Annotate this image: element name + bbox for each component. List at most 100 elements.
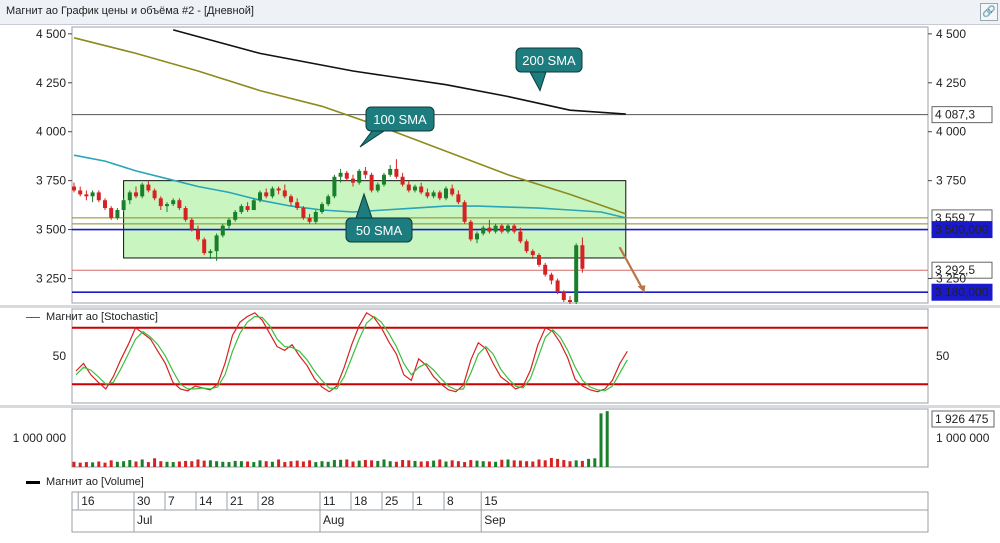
day-label-3: 14 (199, 494, 213, 508)
vol-bar-66 (481, 461, 485, 467)
panel-separator[interactable] (0, 405, 1000, 408)
hline-label-0: 4 087,3 (935, 108, 975, 122)
stoch-ytick-left: 50 (53, 349, 67, 363)
candle-body-42 (332, 176, 337, 197)
candle-body-9 (127, 192, 132, 201)
price-panel-frame (71, 26, 929, 304)
vol-bar-12 (146, 462, 150, 467)
candle-body-12 (146, 184, 151, 191)
vol-bar-34 (283, 462, 287, 467)
candle-body-23 (214, 235, 219, 252)
day-label-9: 1 (416, 494, 423, 508)
vol-bar-78 (556, 458, 560, 467)
vol-bar-65 (475, 460, 479, 467)
vol-bar-49 (376, 460, 380, 467)
candle-body-24 (220, 225, 225, 236)
month-label-0: Jul (137, 513, 152, 527)
vol-bar-28 (246, 461, 250, 467)
vol-bar-32 (270, 461, 274, 467)
candle-body-15 (165, 204, 169, 207)
vol-bar-9 (128, 460, 132, 467)
price-layer: 4 087,33 559,73 500,0003 292,53 180,0004… (36, 27, 993, 304)
vol-bar-44 (345, 459, 349, 467)
callout-pointer-0 (529, 71, 547, 92)
vol-bar-42 (332, 460, 336, 467)
candle-body-34 (282, 190, 287, 197)
vol-bar-37 (301, 461, 305, 467)
candle-body-21 (202, 239, 207, 254)
vol-bar-30 (258, 460, 262, 467)
candle-body-36 (295, 202, 300, 209)
candle-body-3 (90, 192, 95, 197)
vol-bar-70 (506, 459, 510, 467)
candle-body-45 (351, 178, 355, 183)
hline-label-2: 3 500,000 (935, 223, 989, 237)
candle-body-20 (196, 229, 200, 240)
day-label-8: 25 (385, 494, 399, 508)
vol-bar-82 (580, 460, 584, 467)
vol-bar-25 (227, 462, 231, 467)
candle-body-39 (313, 211, 318, 222)
day-label-11: 15 (484, 494, 498, 508)
vol-bar-39 (314, 462, 318, 467)
stoch-panel-frame (71, 308, 929, 404)
projection-arrow-head (637, 285, 646, 293)
candle-body-53 (400, 176, 405, 185)
vol-bar-3 (91, 462, 95, 467)
panel-separator[interactable] (0, 305, 1000, 308)
price-ytick-left-1: 4 250 (36, 76, 66, 90)
vol-bar-50 (382, 459, 386, 467)
hline-label-4: 3 180,000 (935, 285, 989, 299)
candle-body-73 (524, 241, 529, 252)
vol-bar-84 (593, 458, 597, 467)
candle-body-30 (258, 192, 262, 201)
vol-bar-38 (308, 460, 312, 467)
vol-bar-13 (153, 458, 157, 467)
candle-body-40 (320, 204, 324, 212)
vol-bar-6 (109, 460, 113, 467)
chart-canvas[interactable]: 4 087,33 559,73 500,0003 292,53 180,0004… (0, 0, 1000, 543)
vol-ytick-right: 1 000 000 (936, 431, 990, 445)
day-label-5: 28 (261, 494, 275, 508)
vol-bar-47 (363, 460, 367, 467)
vol-bar-17 (177, 461, 181, 467)
candle-body-80 (568, 300, 572, 303)
vol-bar-67 (487, 461, 491, 467)
price-ytick-left-5: 3 250 (36, 272, 66, 286)
candle-body-54 (406, 184, 411, 191)
candle-body-64 (468, 221, 473, 240)
day-label-4: 21 (230, 494, 244, 508)
vol-bar-62 (456, 461, 460, 467)
vol-bar-63 (463, 462, 467, 467)
candle-body-55 (413, 186, 417, 191)
stochastic-legend-label: Магнит ао [Stochastic] (46, 311, 158, 323)
price-ytick-left-3: 3 750 (36, 174, 66, 188)
vol-bar-54 (407, 460, 411, 467)
candle-body-38 (307, 217, 312, 222)
candle-body-49 (375, 184, 380, 191)
candle-body-62 (456, 194, 461, 203)
vol-bar-7 (115, 461, 119, 467)
vol-bar-55 (413, 460, 417, 467)
candle-body-66 (481, 227, 486, 234)
candle-body-61 (450, 188, 455, 195)
candle-body-82 (580, 245, 585, 269)
vol-bar-41 (326, 461, 330, 467)
vol-bar-4 (97, 461, 101, 467)
candle-body-75 (537, 255, 541, 265)
vol-last-label: 1 926 475 (935, 412, 989, 426)
price-ytick-right-0: 4 500 (936, 27, 966, 41)
vol-bar-80 (568, 461, 572, 467)
candle-body-57 (425, 192, 430, 197)
day-label-6: 11 (323, 494, 336, 508)
candle-body-48 (369, 174, 374, 191)
vol-bar-81 (574, 460, 578, 467)
vol-bar-75 (537, 459, 541, 467)
month-label-2: Sep (484, 513, 506, 527)
candle-body-1 (78, 190, 83, 195)
candle-body-19 (189, 219, 194, 230)
candle-body-13 (152, 190, 157, 199)
candle-body-79 (561, 292, 566, 301)
vol-bar-73 (525, 461, 529, 467)
vol-bar-0 (72, 461, 76, 467)
